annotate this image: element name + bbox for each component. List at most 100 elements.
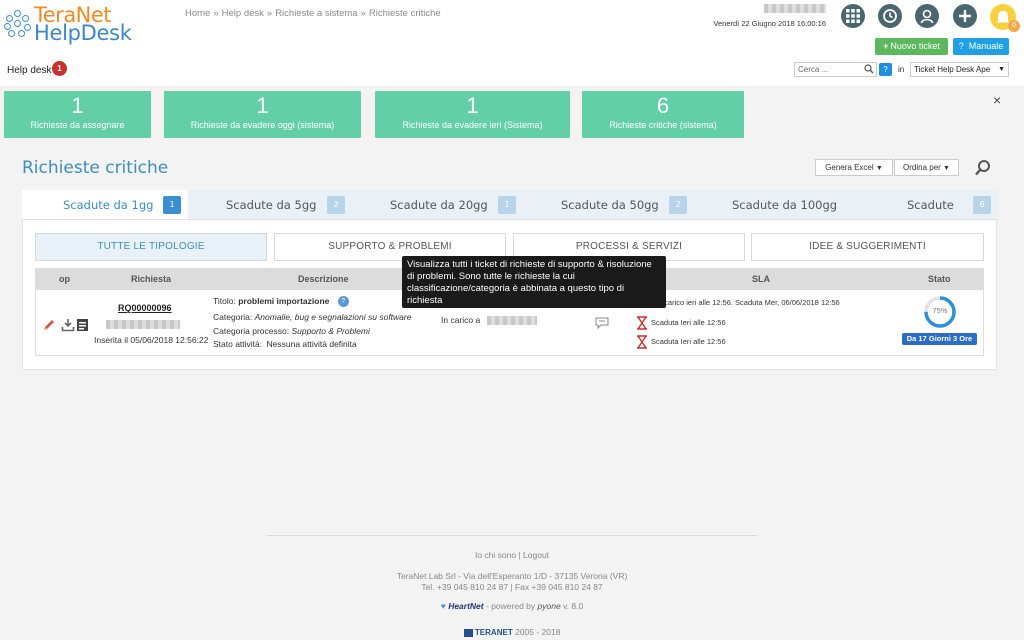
footer-link-separator: | [518,550,521,560]
tile-label: Richieste critiche (sistema) [609,120,717,130]
hourglass-icon [636,316,648,333]
footer-links: Io chi sono | Logout [0,550,1024,560]
breadcrumb-item-current: Richieste critiche [368,8,441,19]
search-scope-select[interactable]: Ticket Help Desk Ape ▼ [910,62,1009,77]
export-excel-label: Genera Excel [825,163,874,172]
footer-link-logout[interactable]: Logout [523,550,549,560]
tab-scadute-1gg[interactable]: Scadute da 1gg 1 [22,190,188,219]
footer-link-about[interactable]: Io chi sono [475,550,516,560]
tab-scadute-5gg[interactable]: Scadute da 5gg 2 [192,190,362,219]
breadcrumb-item-home[interactable]: Home [185,8,210,19]
footer-copyright: TERANET 2005 - 2018 [0,627,1024,637]
tab-count-badge: 6 [973,196,991,214]
tile-value: 6 [656,93,670,118]
tile-value: 1 [71,93,84,118]
search-icon[interactable] [974,159,992,180]
chevron-down-icon: ▼ [998,66,1005,73]
page-title: Richieste critiche [22,158,169,178]
footer-divider [267,535,757,536]
tile-richieste-evadere-ieri[interactable]: 1 Richieste da evadere ieri (Sistema) [375,91,570,138]
sla-line-2: Scaduta Ieri alle 12:56 [651,318,726,327]
progress-value: 75% [932,306,948,315]
logo[interactable]: TeraNet HelpDesk [4,3,144,45]
search-help-button[interactable]: ? [879,63,892,76]
ticket-activity-label: Stato attività: [213,339,263,349]
column-header-stato[interactable]: Stato [928,274,951,284]
user-info: Venerdì 22 Giugno 2018 16:00:16 [706,4,826,28]
tile-value: 1 [466,93,479,118]
search-scope-label: in [898,65,905,74]
tab-count-badge: 1 [498,196,516,214]
tab-label: Scadute da 20gg [390,198,488,212]
history-icon[interactable] [878,4,902,28]
breadcrumb-item-helpdesk[interactable]: Help desk [222,8,264,19]
search-icon[interactable] [864,64,874,77]
tab-label: Scadute da 50gg [561,198,659,212]
manual-button[interactable]: ? Manuale [953,38,1009,55]
requester-name-redacted [106,320,180,329]
tile-richieste-da-assegnare[interactable]: 1 Richieste da assegnare [4,91,151,138]
assignee-name-redacted [486,316,537,326]
ticket-title-line: Titolo: problemi importazione ? [213,296,349,308]
tab-scadute-100gg[interactable]: Scadute da 100gg [704,190,874,219]
new-ticket-button[interactable]: + Nuovo ticket [875,38,948,55]
breadcrumb: Home» Help desk» Richieste a sistema» Richi… [185,8,441,19]
footer-address: TeraNet Lab Srl - Via dell'Esperanto 1/D… [396,571,628,581]
top-header: TeraNet HelpDesk Home» Help desk» Richiest… [0,0,1024,86]
ticket-inserted-date: Inserita il 05/06/2018 12:56:22 [94,335,209,345]
download-icon[interactable] [61,318,75,335]
sort-by-label: Ordina per [903,163,941,172]
ticket-title-label: Titolo: [213,296,236,306]
filter-idee-suggerimenti[interactable]: IDEE & SUGGERIMENTI [751,233,984,261]
edit-icon[interactable] [42,318,56,335]
help-icon: ? [958,41,964,51]
ticket-process: Supporto & Problemi [291,326,370,336]
powered-by-label: - powered by [486,601,536,611]
plus-icon: + [883,41,889,51]
tab-scadute[interactable]: Scadute 6 [874,190,997,219]
sort-by-button[interactable]: Ordina per ▼ [894,159,959,176]
hourglass-icon [636,335,648,352]
pdf-icon[interactable] [76,318,89,335]
teranet-mark-icon [463,628,473,637]
tile-richieste-evadere-oggi[interactable]: 1 Richieste da evadere oggi (sistema) [164,91,361,138]
apps-grid-icon[interactable] [841,4,865,28]
close-icon[interactable]: × [993,92,1001,108]
notification-count-badge: 0 [1008,20,1020,32]
filter-tutte-tipologie[interactable]: TUTTE LE TIPOLOGIE [35,233,267,261]
column-header-richiesta[interactable]: Richiesta [131,274,171,284]
user-icon[interactable] [915,4,939,28]
info-icon[interactable]: ? [337,296,349,308]
ticket-assignee-label: In carico a [441,315,481,325]
chevron-down-icon: ▼ [875,165,883,172]
export-excel-button[interactable]: Genera Excel ▼ [815,159,893,176]
comment-icon[interactable] [595,317,609,332]
ticket-process-line: Categoria processo: Supporto & Problemi [213,326,370,336]
tab-label: Scadute da 5gg [226,198,317,212]
tab-scadute-50gg[interactable]: Scadute da 50gg 2 [532,190,704,219]
breadcrumb-separator: » [360,8,366,19]
teranet-logo: TERANET [474,628,513,637]
version-label: v. 8.0 [563,601,584,611]
tab-label: Scadute da 100gg [732,198,838,212]
ticket-activity: Nessuna attività definita [266,339,357,349]
ticket-code-link[interactable]: RQ00000096 [118,303,172,313]
column-header-descrizione[interactable]: Descrizione [298,274,349,284]
tab-label: Scadute [907,198,954,212]
tile-richieste-critiche[interactable]: 6 Richieste critiche (sistema) [582,91,744,138]
helpdesk-nav-label[interactable]: Help desk [7,65,51,76]
ticket-category-label: Categoria: [213,312,253,322]
sla-line-1: a in carico ieri alle 12:56. Scaduta Mer… [650,298,840,307]
tab-scadute-20gg[interactable]: Scadute da 20gg 1 [362,190,532,219]
new-ticket-label: Nuovo ticket [890,41,940,51]
add-icon[interactable] [953,4,977,28]
helpdesk-count-badge: 1 [52,61,67,76]
breadcrumb-separator: » [213,8,219,19]
heart-icon: ♥ [440,601,446,611]
status-badge: Da 17 Giorni 3 Ore [902,333,977,345]
ticket-category: Anomalie, bug e segnalazioni su software [254,312,412,322]
sla-line-3: Scaduta Ieri alle 12:56 [651,337,726,346]
copyright-years: 2005 - 2018 [515,627,561,637]
breadcrumb-item-richieste-sistema[interactable]: Richieste a sistema [275,8,357,19]
column-header-sla[interactable]: SLA [752,274,770,284]
